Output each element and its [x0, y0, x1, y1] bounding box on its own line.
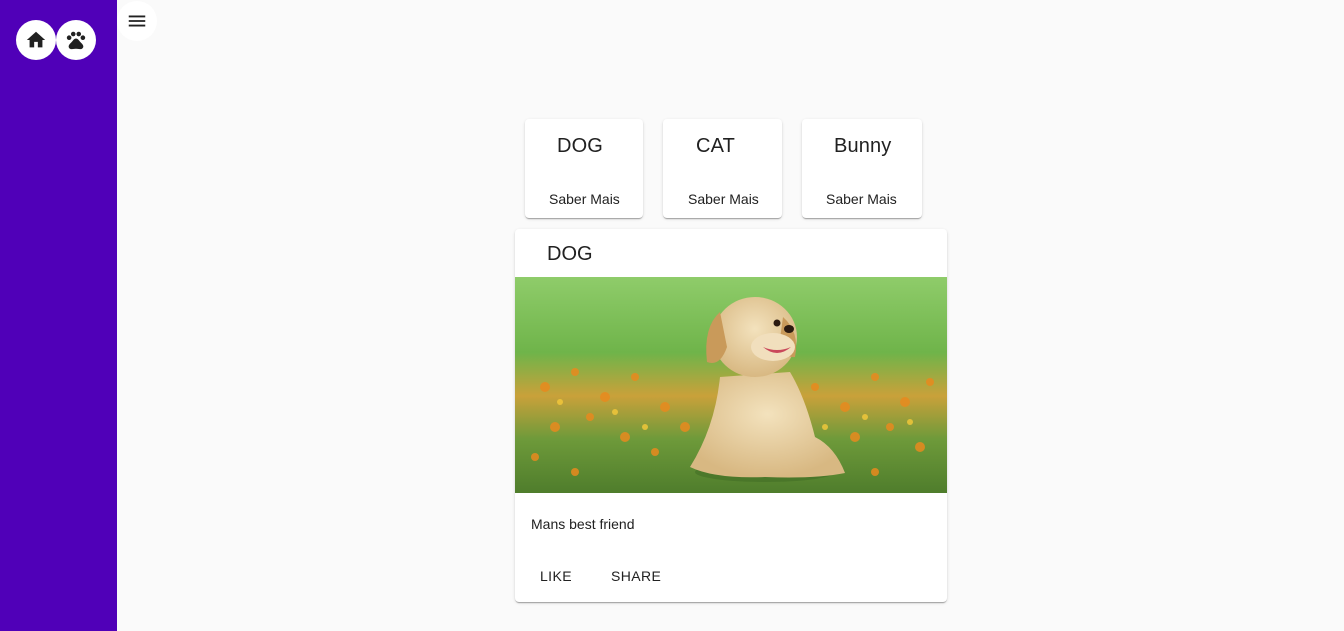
animal-card-cat: CAT Saber Mais: [663, 119, 782, 218]
saber-mais-button[interactable]: Saber Mais: [680, 181, 767, 217]
detail-card-description: Mans best friend: [531, 516, 635, 532]
animal-card-title: DOG: [557, 135, 604, 157]
detail-card: DOG Mans best friend LIKE SHARE: [515, 229, 947, 602]
menu-icon: [128, 15, 146, 27]
saber-mais-button[interactable]: Saber Mais: [818, 181, 905, 217]
paw-icon: [66, 31, 86, 50]
detail-card-title: DOG: [547, 243, 593, 265]
animal-card-bunny: Bunny Saber Mais: [802, 119, 922, 218]
animal-card-title: CAT: [696, 135, 735, 157]
pets-button[interactable]: [56, 20, 96, 60]
home-button[interactable]: [16, 20, 56, 60]
menu-button[interactable]: [117, 1, 157, 41]
animal-card-title: Bunny: [834, 135, 892, 157]
dog-image: [515, 277, 947, 493]
like-button[interactable]: LIKE: [532, 558, 580, 594]
share-button[interactable]: SHARE: [603, 558, 669, 594]
sidebar: [0, 0, 117, 631]
saber-mais-button[interactable]: Saber Mais: [541, 181, 628, 217]
home-icon: [26, 31, 46, 48]
animal-card-dog: DOG Saber Mais: [525, 119, 643, 218]
